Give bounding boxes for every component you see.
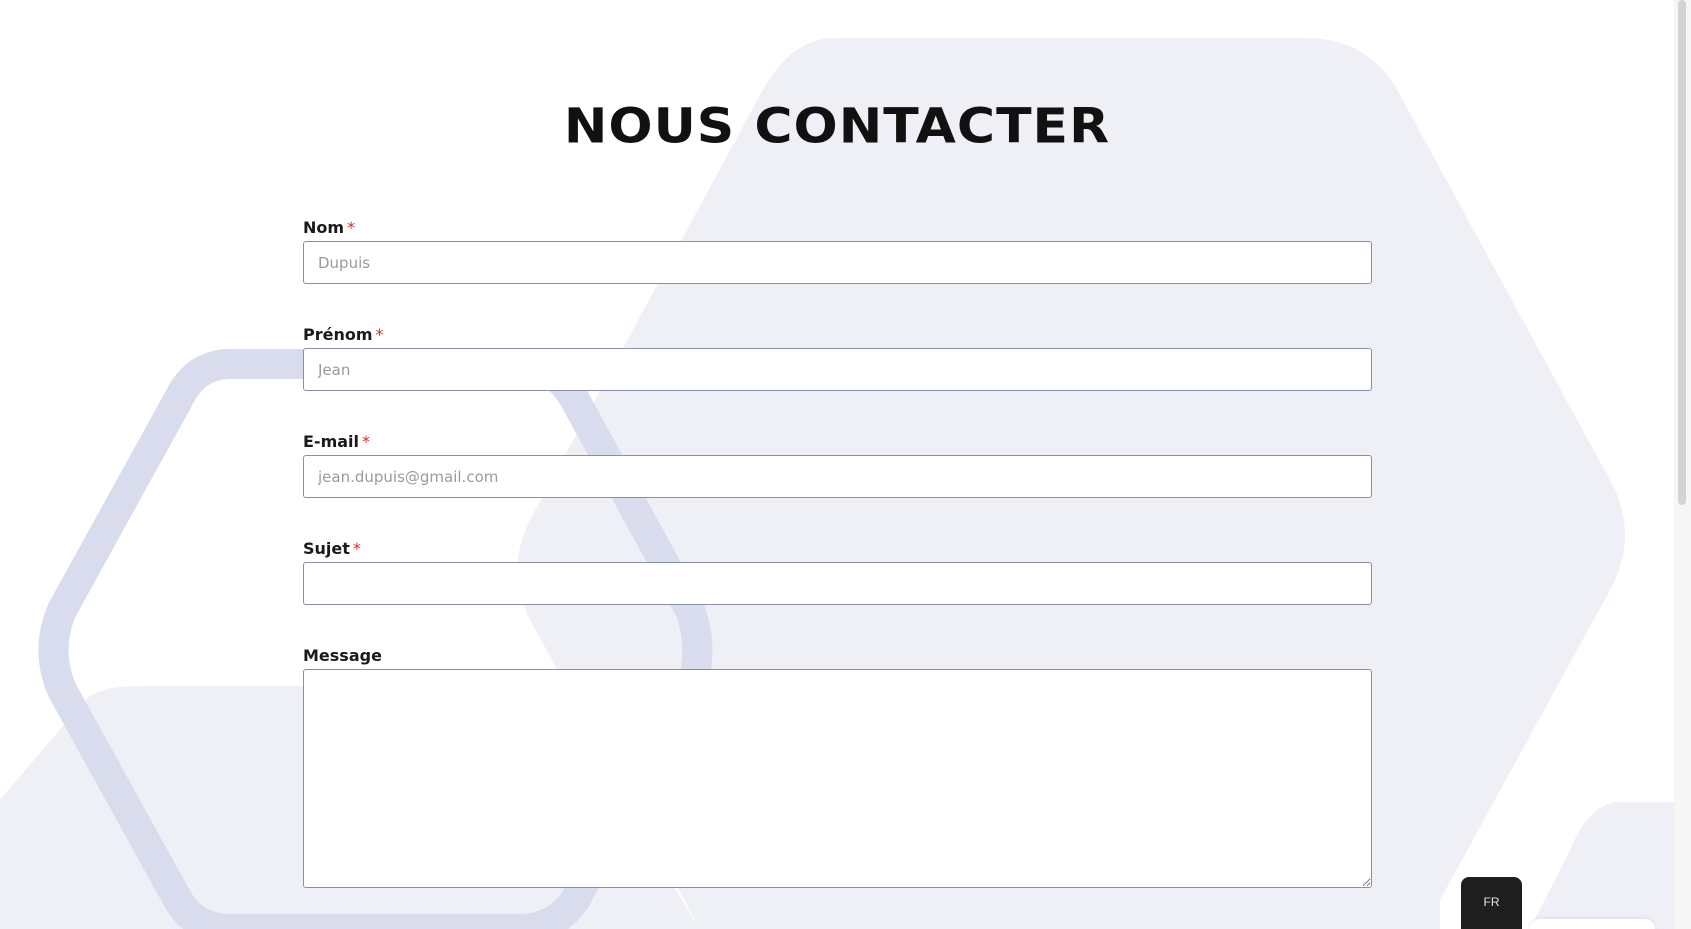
email-label-text: E-mail: [303, 432, 360, 451]
prenom-label: Prénom *: [303, 325, 1372, 345]
message-label-text: Message: [303, 646, 382, 665]
field-nom: Nom *: [303, 218, 1372, 284]
nom-required-marker: *: [347, 218, 356, 237]
email-required-marker: *: [362, 432, 371, 451]
sujet-label: Sujet *: [303, 539, 1372, 559]
language-switcher[interactable]: FR: [1461, 877, 1522, 929]
nom-input[interactable]: [303, 241, 1372, 284]
sujet-label-text: Sujet: [303, 539, 350, 558]
language-label: FR: [1483, 895, 1500, 909]
sujet-required-marker: *: [352, 539, 361, 558]
prenom-label-text: Prénom: [303, 325, 373, 344]
nom-label-text: Nom: [303, 218, 345, 237]
email-input[interactable]: [303, 455, 1372, 498]
sujet-input[interactable]: [303, 562, 1372, 605]
nom-label: Nom *: [303, 218, 1372, 238]
message-textarea[interactable]: [303, 669, 1372, 888]
page-scrollbar[interactable]: [1674, 0, 1691, 929]
email-label: E-mail *: [303, 432, 1372, 452]
corner-widget[interactable]: [1530, 919, 1655, 929]
field-prenom: Prénom *: [303, 325, 1372, 391]
scrollbar-thumb[interactable]: [1678, 0, 1686, 505]
page-title: NOUS CONTACTER: [563, 99, 1111, 155]
message-label: Message: [303, 646, 1372, 666]
contact-form-container: NOUS CONTACTER Nom* Prénom* E-mail* Suje…: [0, 0, 1691, 929]
field-email: E-mail *: [303, 432, 1372, 498]
field-sujet: Sujet *: [303, 539, 1372, 605]
prenom-input[interactable]: [303, 348, 1372, 391]
field-message: Message: [303, 646, 1372, 888]
contact-page: NOUS CONTACTER Nom* Prénom* E-mail* Suje…: [0, 0, 1691, 929]
prenom-required-marker: *: [375, 325, 384, 344]
